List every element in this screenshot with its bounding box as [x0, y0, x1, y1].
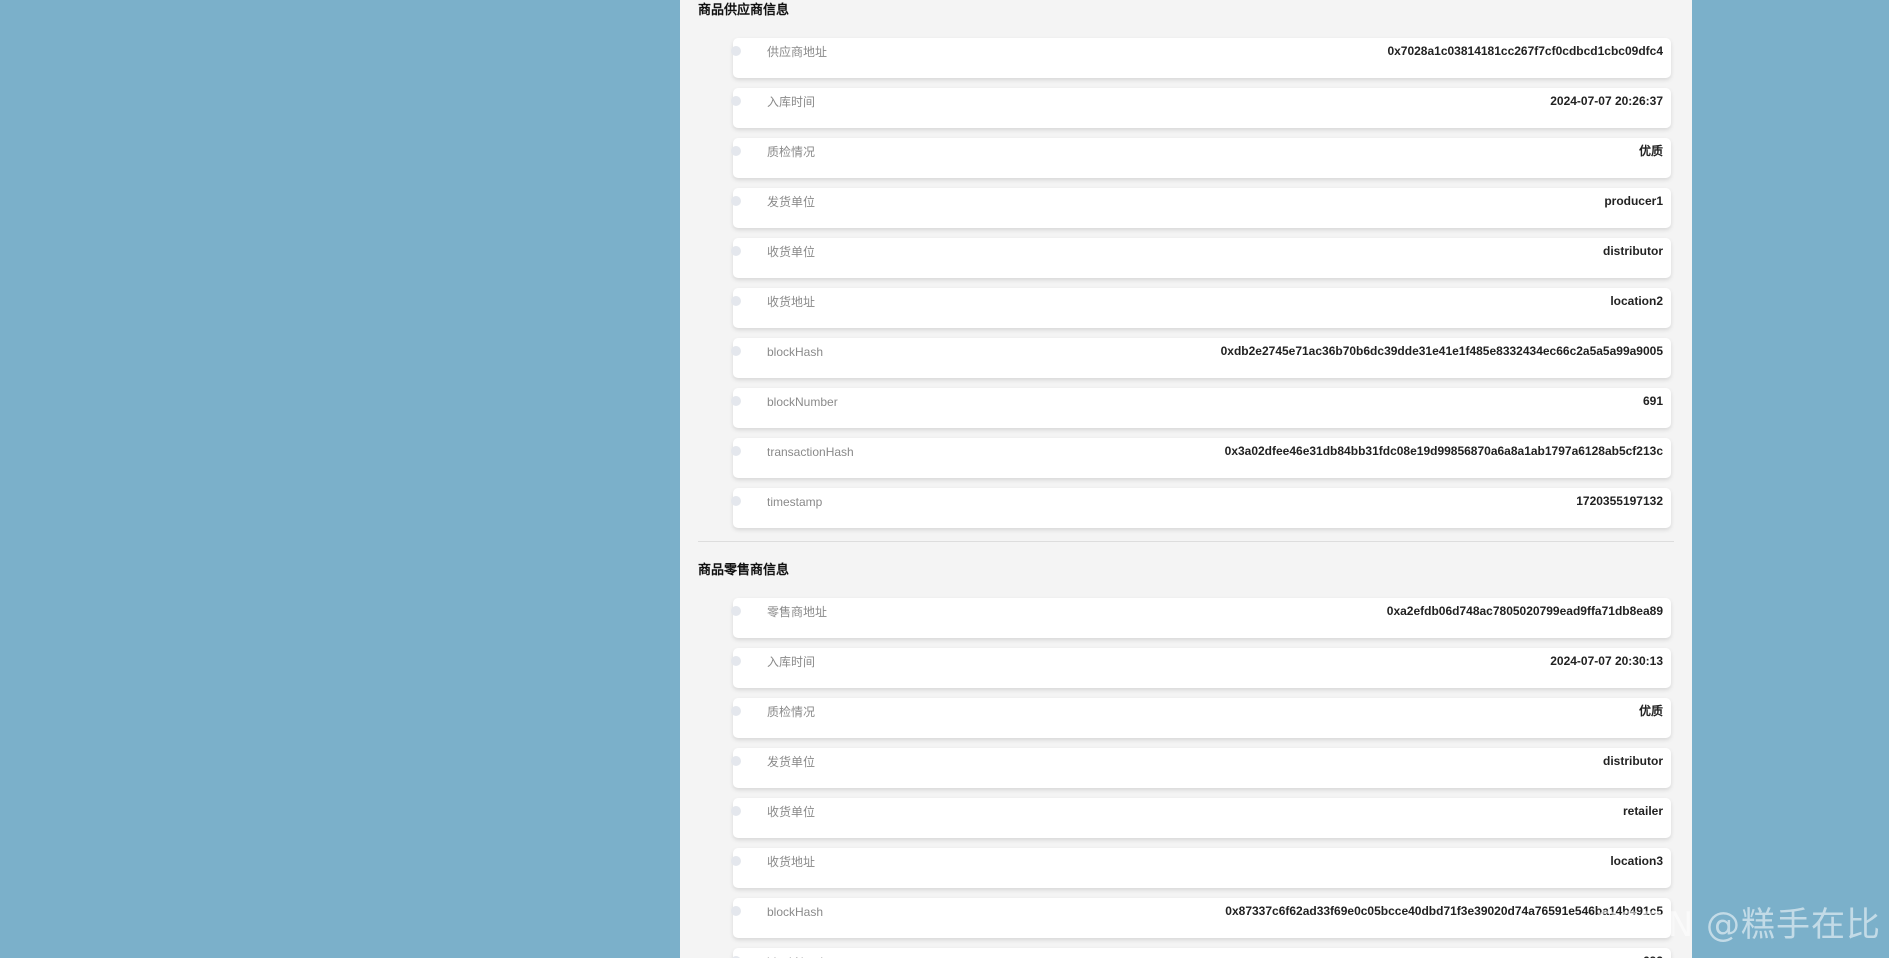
timeline-dot-icon — [731, 496, 741, 506]
item-label: blockHash — [767, 345, 824, 359]
item-label: blockHash — [767, 905, 824, 919]
item-label: 收货单位 — [767, 805, 816, 819]
supplier-item-storage-time: 入库时间 2024-07-07 20:26:37 — [731, 88, 1671, 128]
timeline-dot-icon — [731, 196, 741, 206]
timeline-dot-icon — [731, 46, 741, 56]
item-value: location2 — [1610, 294, 1663, 308]
section-divider — [698, 541, 1674, 542]
timeline-dot-icon — [731, 96, 741, 106]
item-value: 692 — [1643, 953, 1663, 958]
timeline-dot-icon — [731, 446, 741, 456]
retailer-item-receiver: 收货单位 retailer — [731, 798, 1671, 838]
item-label: 质检情况 — [767, 705, 816, 719]
retailer-item-address: 零售商地址 0xa2efdb06d748ac7805020799ead9ffa7… — [731, 598, 1671, 638]
timeline-dot-icon — [731, 706, 741, 716]
item-value: 0x7028a1c03814181cc267f7cf0cdbcd1cbc09df… — [1387, 44, 1663, 58]
retailer-timeline: 零售商地址 0xa2efdb06d748ac7805020799ead9ffa7… — [731, 598, 1671, 958]
item-value: 优质 — [1638, 704, 1663, 718]
item-label: 发货单位 — [767, 195, 816, 209]
trace-detail-panel: 商品供应商信息 供应商地址 0x7028a1c03814181cc267f7cf… — [680, 0, 1692, 958]
supplier-item-address: 供应商地址 0x7028a1c03814181cc267f7cf0cdbcd1c… — [731, 38, 1671, 78]
item-label: 发货单位 — [767, 755, 816, 769]
timeline-dot-icon — [731, 146, 741, 156]
timeline-dot-icon — [731, 906, 741, 916]
item-value: 2024-07-07 20:30:13 — [1550, 654, 1663, 668]
timeline-dot-icon — [731, 606, 741, 616]
item-label: 收货地址 — [767, 295, 816, 309]
item-label: 收货单位 — [767, 245, 816, 259]
timeline-dot-icon — [731, 246, 741, 256]
timeline-dot-icon — [731, 296, 741, 306]
supplier-item-receiver: 收货单位 distributor — [731, 238, 1671, 278]
supplier-item-transaction-hash: transactionHash 0x3a02dfee46e31db84bb31f… — [731, 438, 1671, 478]
supplier-timeline: 供应商地址 0x7028a1c03814181cc267f7cf0cdbcd1c… — [731, 38, 1671, 528]
retailer-item-storage-time: 入库时间 2024-07-07 20:30:13 — [731, 648, 1671, 688]
csdn-watermark: CSDN @糕手在比 — [1593, 905, 1881, 945]
item-value: distributor — [1603, 754, 1663, 768]
supplier-item-receive-address: 收货地址 location2 — [731, 288, 1671, 328]
timeline-dot-icon — [731, 756, 741, 766]
retailer-item-receive-address: 收货地址 location3 — [731, 848, 1671, 888]
item-value: 0xdb2e2745e71ac36b70b6dc39dde31e41e1f485… — [1220, 344, 1663, 358]
item-label: blockNumber — [767, 954, 838, 958]
timeline-dot-icon — [731, 806, 741, 816]
item-label: 入库时间 — [767, 95, 816, 109]
item-value: 2024-07-07 20:26:37 — [1550, 94, 1663, 108]
item-value: producer1 — [1604, 194, 1663, 208]
item-label: timestamp — [767, 495, 823, 509]
item-value: 1720355197132 — [1576, 494, 1663, 508]
supplier-item-shipper: 发货单位 producer1 — [731, 188, 1671, 228]
item-label: 质检情况 — [767, 145, 816, 159]
supplier-item-block-hash: blockHash 0xdb2e2745e71ac36b70b6dc39dde3… — [731, 338, 1671, 378]
item-value: 优质 — [1638, 144, 1663, 158]
timeline-dot-icon — [731, 656, 741, 666]
retailer-item-shipper: 发货单位 distributor — [731, 748, 1671, 788]
item-value: retailer — [1622, 804, 1663, 818]
supplier-section-title: 商品供应商信息 — [698, 2, 790, 17]
retailer-section-title: 商品零售商信息 — [698, 562, 790, 577]
timeline-dot-icon — [731, 396, 741, 406]
retailer-item-quality: 质检情况 优质 — [731, 698, 1671, 738]
supplier-item-quality: 质检情况 优质 — [731, 138, 1671, 178]
item-value: 0x3a02dfee46e31db84bb31fdc08e19d99856870… — [1224, 444, 1663, 458]
item-label: 供应商地址 — [767, 45, 828, 59]
timeline-dot-icon — [731, 856, 741, 866]
item-label: 收货地址 — [767, 855, 816, 869]
timeline-dot-icon — [731, 346, 741, 356]
supplier-section: 商品供应商信息 供应商地址 0x7028a1c03814181cc267f7cf… — [698, 0, 1674, 538]
retailer-item-block-hash: blockHash 0x87337c6f62ad33f69e0c05bcce40… — [731, 898, 1671, 938]
item-label: 入库时间 — [767, 655, 816, 669]
item-value: 0xa2efdb06d748ac7805020799ead9ffa71db8ea… — [1386, 604, 1663, 618]
supplier-item-block-number: blockNumber 691 — [731, 388, 1671, 428]
item-value: distributor — [1603, 244, 1663, 258]
supplier-item-timestamp: timestamp 1720355197132 — [731, 488, 1671, 528]
item-value: 691 — [1642, 394, 1663, 408]
item-label: transactionHash — [767, 445, 854, 459]
item-label: blockNumber — [767, 395, 838, 409]
item-label: 零售商地址 — [767, 605, 828, 619]
retailer-section: 商品零售商信息 零售商地址 0xa2efdb06d748ac7805020799… — [698, 560, 1674, 958]
item-value: location3 — [1610, 854, 1663, 868]
retailer-item-block-number: blockNumber 692 — [731, 948, 1671, 958]
